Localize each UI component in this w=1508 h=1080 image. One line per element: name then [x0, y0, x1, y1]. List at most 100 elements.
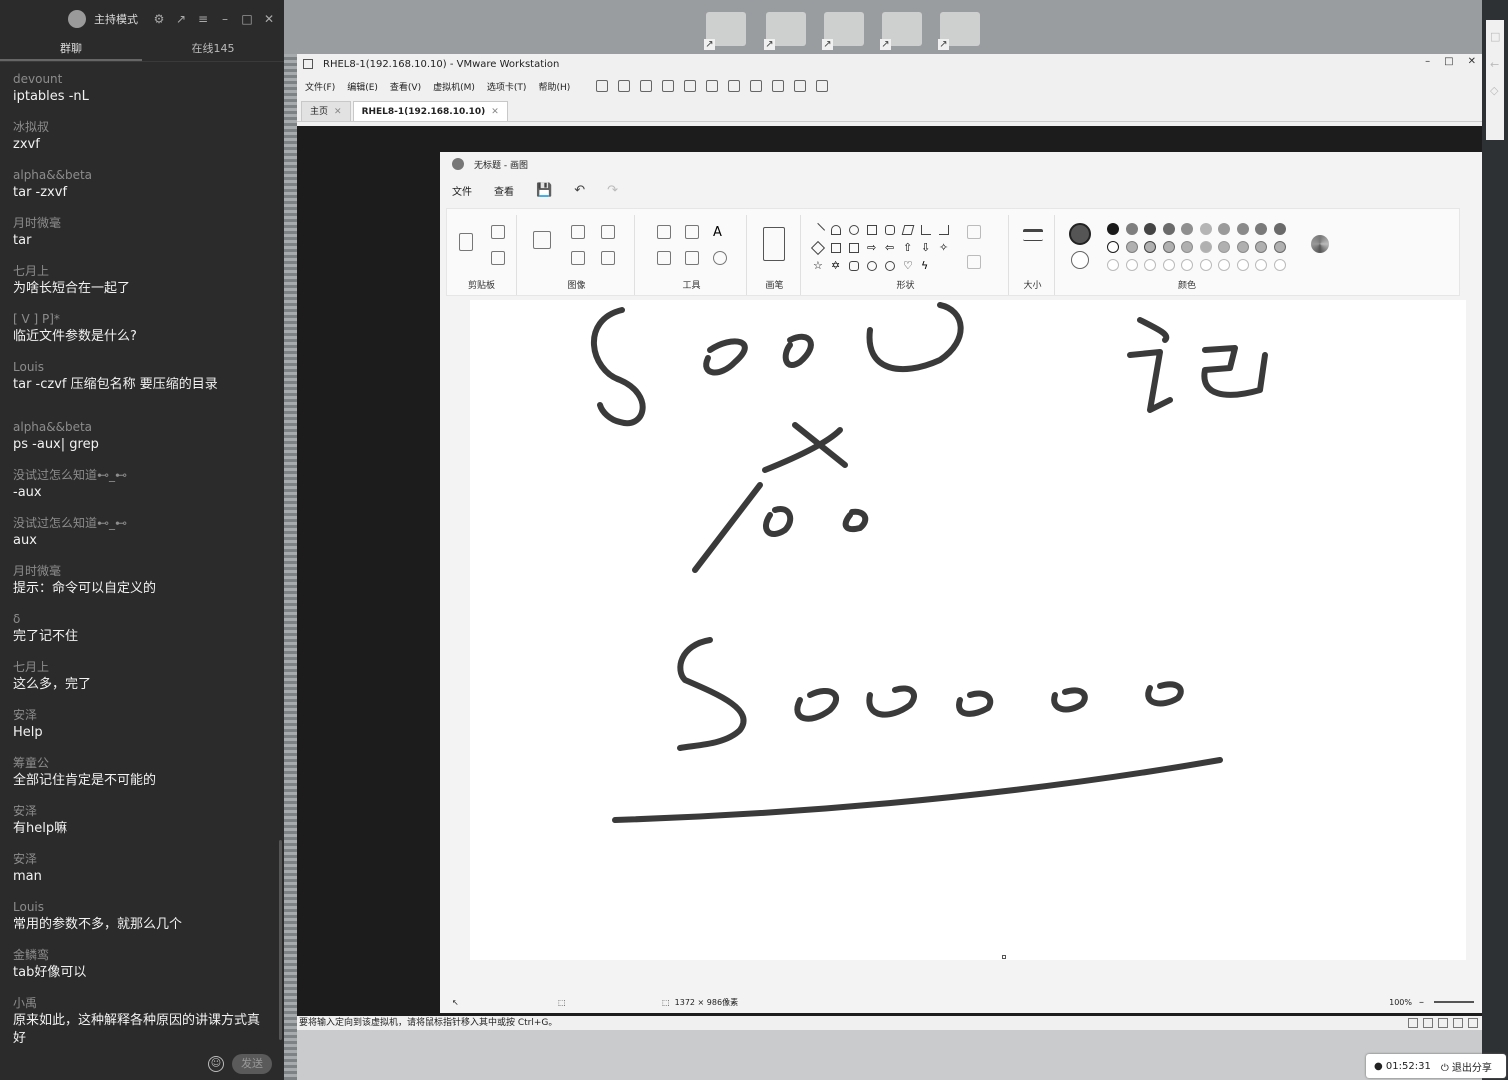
resize-icon[interactable] — [571, 251, 585, 265]
color-swatch[interactable] — [1218, 223, 1230, 235]
color-swatch[interactable] — [1125, 241, 1138, 253]
unity-icon[interactable] — [772, 80, 785, 92]
tab-group-chat[interactable]: 群聊 — [0, 38, 142, 61]
color-swatch[interactable] — [1236, 259, 1249, 271]
exit-share-button[interactable]: ⏻ 退出分享 — [1441, 1059, 1492, 1074]
heart-shape-icon[interactable]: ♡ — [903, 260, 913, 271]
left-arrow-shape-icon[interactable]: ⇦ — [885, 242, 895, 253]
fill-icon[interactable] — [685, 225, 699, 239]
chat-message-author[interactable]: 筹童公 — [13, 754, 265, 772]
snapshot-manager-icon[interactable] — [684, 80, 697, 92]
color-swatch[interactable] — [1162, 259, 1175, 271]
popout-icon[interactable]: ↗ — [174, 12, 188, 26]
eraser-icon[interactable] — [657, 251, 671, 265]
side-panel-icon[interactable]: ◇ — [1490, 84, 1498, 97]
color-swatch[interactable] — [1236, 223, 1249, 235]
color-swatch[interactable] — [1255, 241, 1267, 253]
chat-message-author[interactable]: 金鳞鸾 — [13, 946, 265, 964]
canvas-resize-handle[interactable] — [1002, 955, 1006, 959]
zoom-out-icon[interactable]: – — [1419, 997, 1424, 1008]
oval-shape-icon[interactable] — [849, 225, 859, 235]
drawing-canvas[interactable] — [470, 300, 1466, 960]
menu-vm[interactable]: 虚拟机(M) — [433, 80, 475, 93]
color-swatch[interactable] — [1199, 259, 1212, 271]
menu-tabs[interactable]: 选项卡(T) — [487, 80, 527, 93]
send-keys-icon[interactable] — [618, 80, 631, 92]
chat-message-author[interactable]: Louis — [13, 898, 265, 916]
color-swatch[interactable] — [1255, 259, 1267, 271]
pentagon-shape-icon[interactable] — [831, 243, 841, 253]
color-swatch[interactable] — [1144, 223, 1156, 235]
thumbnail-icon[interactable] — [728, 80, 741, 92]
color-swatch[interactable] — [1218, 259, 1230, 271]
chat-message-author[interactable]: 月时微毫 — [13, 214, 265, 232]
chat-message-author[interactable]: devount — [13, 70, 265, 88]
image-effects-icon[interactable] — [601, 251, 615, 265]
fullscreen-icon[interactable] — [750, 80, 763, 92]
undo-icon[interactable]: ↶ — [574, 183, 585, 198]
close-icon[interactable]: ✕ — [334, 102, 342, 121]
maximize-icon[interactable]: □ — [240, 12, 254, 26]
rounded-rectangle-shape-icon[interactable] — [885, 225, 895, 235]
menu-file[interactable]: 文件 — [452, 183, 472, 198]
color-swatch[interactable] — [1218, 241, 1230, 253]
chat-message-author[interactable]: Louis — [13, 358, 265, 376]
right-arrow-shape-icon[interactable]: ⇨ — [867, 242, 877, 253]
right-triangle-shape-icon[interactable] — [939, 225, 949, 235]
pause-icon[interactable] — [596, 80, 609, 92]
menu-view[interactable]: 查看 — [494, 183, 514, 198]
outline-icon[interactable] — [967, 225, 981, 239]
color-swatch[interactable] — [1273, 223, 1286, 235]
cut-icon[interactable] — [491, 225, 505, 239]
close-icon[interactable]: ✕ — [262, 12, 276, 26]
redo-icon[interactable]: ↷ — [607, 183, 618, 198]
revert-snapshot-icon[interactable] — [662, 80, 675, 92]
shape-fill-icon[interactable] — [967, 255, 981, 269]
chat-message-author[interactable]: 七月上 — [13, 262, 265, 280]
pencil-icon[interactable] — [657, 225, 671, 239]
tab-home[interactable]: 主页 ✕ — [301, 101, 351, 121]
desktop-shortcut-icon[interactable] — [764, 12, 806, 50]
desktop-shortcut-icon[interactable] — [704, 12, 746, 50]
chat-message-author[interactable]: 安泽 — [13, 706, 265, 724]
triangle-shape-icon[interactable] — [921, 225, 931, 235]
color-swatch[interactable] — [1144, 241, 1156, 253]
menu-icon[interactable]: ≡ — [196, 12, 210, 26]
printer-icon[interactable] — [1468, 1018, 1478, 1028]
chat-message-author[interactable]: 小禹 — [13, 994, 265, 1012]
color-swatch[interactable] — [1273, 259, 1286, 271]
color-swatch[interactable] — [1181, 223, 1193, 235]
color-swatch[interactable] — [1236, 241, 1249, 253]
close-icon[interactable]: ✕ — [491, 102, 499, 121]
hexagon-shape-icon[interactable] — [849, 243, 859, 253]
console-icon[interactable] — [794, 80, 807, 92]
brush-icon[interactable] — [763, 227, 785, 261]
rectangle-shape-icon[interactable] — [867, 225, 877, 235]
settings-icon[interactable]: ⚙ — [152, 12, 166, 26]
hdd-icon[interactable] — [1408, 1018, 1418, 1028]
color-swatch[interactable] — [1125, 259, 1138, 271]
side-panel-icon[interactable]: □ — [1490, 30, 1500, 43]
save-icon[interactable]: 💾 — [536, 183, 552, 198]
chat-message-author[interactable]: [ V ] P]* — [13, 310, 265, 328]
color-swatch[interactable] — [1107, 241, 1119, 253]
size-icon[interactable] — [1023, 229, 1043, 241]
color-swatch[interactable] — [1107, 223, 1119, 235]
color-swatch[interactable] — [1273, 241, 1286, 253]
desktop-shortcut-icon[interactable] — [938, 12, 980, 50]
down-arrow-shape-icon[interactable]: ⇩ — [921, 242, 931, 253]
menu-help[interactable]: 帮助(H) — [538, 80, 570, 93]
color1-swatch[interactable] — [1069, 223, 1091, 245]
color-picker-icon[interactable] — [685, 251, 699, 265]
diamond-shape-icon[interactable] — [810, 240, 826, 256]
crop-icon[interactable] — [571, 225, 585, 239]
close-icon[interactable]: ✕ — [1468, 56, 1476, 67]
minimize-icon[interactable]: – — [218, 12, 232, 26]
polygon-shape-icon[interactable] — [901, 225, 915, 235]
stretch-icon[interactable] — [816, 80, 829, 92]
desktop-shortcut-icon[interactable] — [880, 12, 922, 50]
edit-colors-icon[interactable] — [1311, 235, 1329, 253]
chat-message-author[interactable]: 月时微毫 — [13, 562, 265, 580]
chat-message-author[interactable]: 没试过怎么知道⊷_⊷ — [13, 466, 265, 484]
color-swatch[interactable] — [1107, 259, 1119, 271]
